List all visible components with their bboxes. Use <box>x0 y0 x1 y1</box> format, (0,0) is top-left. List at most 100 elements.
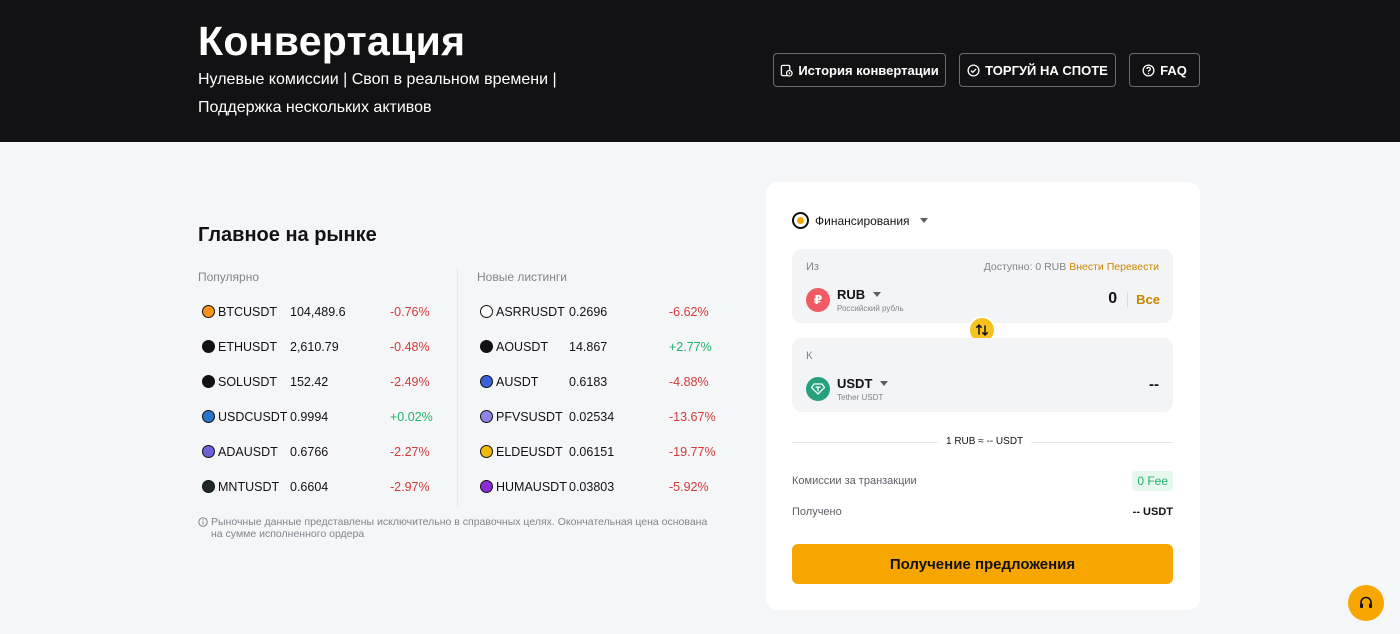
pair-change: -2.49% <box>390 375 430 389</box>
exchange-rate: 1 RUB ≈ -- USDT <box>938 436 1032 447</box>
coin-icon <box>480 340 493 353</box>
trade-spot-button[interactable]: ТОРГУЙ НА СПОТЕ <box>959 53 1116 87</box>
to-currency-name: Tether USDT <box>837 393 884 402</box>
pair-symbol: BTCUSDT <box>218 305 278 319</box>
market-title: Главное на рынке <box>198 224 377 246</box>
pair-change: +0.02% <box>390 410 433 424</box>
pair-symbol: HUMAUSDT <box>496 480 567 494</box>
pair-price: 0.6183 <box>569 375 608 389</box>
max-button[interactable]: Все <box>1127 291 1160 307</box>
pair-change: -6.62% <box>669 305 709 319</box>
swap-icon <box>976 324 988 336</box>
market-row[interactable]: ETHUSDT 2,610.79 -0.48% <box>198 336 450 358</box>
funding-account-icon <box>792 212 809 229</box>
pair-change: +2.77% <box>669 340 712 354</box>
conversion-history-button[interactable]: История конвертации <box>773 53 946 87</box>
pair-price: 14.867 <box>569 340 608 354</box>
faq-label: FAQ <box>1160 62 1187 78</box>
coin-icon <box>202 410 215 423</box>
pair-change: -2.27% <box>390 445 430 459</box>
coin-icon <box>202 375 215 388</box>
pair-price: 104,489.6 <box>290 305 346 319</box>
received-label: Получено <box>792 506 842 518</box>
faq-button[interactable]: FAQ <box>1129 53 1200 87</box>
pair-change: -4.88% <box>669 375 709 389</box>
tether-icon <box>806 377 830 401</box>
trade-spot-label: ТОРГУЙ НА СПОТЕ <box>985 62 1108 78</box>
column-divider <box>457 268 458 506</box>
market-row[interactable]: PFVSUSDT 0.02534 -13.67% <box>476 406 729 428</box>
pair-price: 0.03803 <box>569 480 615 494</box>
chevron-down-icon <box>873 292 882 297</box>
pair-price: 0.2696 <box>569 305 608 319</box>
support-chat-button[interactable] <box>1348 585 1384 621</box>
pair-symbol: ADAUSDT <box>218 445 278 459</box>
popular-heading: Популярно <box>198 270 260 284</box>
transfer-link[interactable]: Перевести <box>1107 261 1159 273</box>
to-amount: -- <box>1149 376 1159 393</box>
received-value: -- USDT <box>1132 506 1173 518</box>
market-row[interactable]: SOLUSDT 152.42 -2.49% <box>198 371 450 393</box>
market-row[interactable]: MNTUSDT 0.6604 -2.97% <box>198 476 450 498</box>
fee-badge: 0 Fee <box>1132 471 1173 491</box>
pair-symbol: MNTUSDT <box>218 480 280 494</box>
info-icon <box>198 517 208 527</box>
pair-symbol: SOLUSDT <box>218 375 278 389</box>
pair-symbol: ELDEUSDT <box>496 445 563 459</box>
from-amount: 0 Все <box>1108 290 1160 308</box>
pair-change: -0.48% <box>390 340 430 354</box>
available-text: Доступно: 0 RUB <box>983 261 1067 273</box>
convert-card: Финансирования Из Доступно: 0 RUB Внести… <box>766 182 1200 610</box>
coin-icon <box>480 480 493 493</box>
market-row[interactable]: AUSDT 0.6183 -4.88% <box>476 371 729 393</box>
market-disclaimer: Рыночные данные представлены исключитель… <box>198 516 718 540</box>
pair-price: 0.06151 <box>569 445 615 459</box>
disclaimer-text: Рыночные данные представлены исключитель… <box>211 516 708 540</box>
fee-label: Комиссии за транзакции <box>792 475 917 487</box>
headset-icon <box>1360 596 1372 608</box>
pair-price: 0.9994 <box>290 410 329 424</box>
coin-icon <box>480 375 493 388</box>
from-currency-name: Российский рубль <box>837 304 904 313</box>
history-icon <box>781 64 794 77</box>
to-label: К <box>806 350 813 362</box>
from-currency-selector[interactable]: ₽ RUB Российский рубль <box>806 287 904 313</box>
question-icon <box>1142 63 1155 77</box>
to-currency-code: USDT <box>837 376 873 391</box>
coin-icon <box>202 305 215 318</box>
ruble-icon: ₽ <box>806 288 830 312</box>
pair-price: 0.6604 <box>290 480 329 494</box>
account-selector[interactable]: Финансирования <box>792 212 928 229</box>
deposit-link[interactable]: Внести <box>1069 261 1104 273</box>
market-row[interactable]: BTCUSDT 104,489.6 -0.76% <box>198 301 450 323</box>
pair-price: 152.42 <box>290 375 329 389</box>
get-quote-button[interactable]: Получение предложения <box>792 544 1173 584</box>
market-row[interactable]: HUMAUSDT 0.03803 -5.92% <box>476 476 729 498</box>
market-row[interactable]: ELDEUSDT 0.06151 -19.77% <box>476 441 729 463</box>
pair-change: -19.77% <box>669 445 716 459</box>
header-banner: Конвертация Нулевые комиссии | Своп в ре… <box>0 0 1400 142</box>
pair-symbol: USDCUSDT <box>218 410 288 424</box>
to-currency-selector[interactable]: USDT Tether USDT <box>806 376 889 402</box>
pair-symbol: PFVSUSDT <box>496 410 563 424</box>
coin-icon <box>202 480 215 493</box>
market-row[interactable]: ASRRUSDT 0.2696 -6.62% <box>476 301 729 323</box>
pair-symbol: AUSDT <box>496 375 539 389</box>
market-row[interactable]: USDCUSDT 0.9994 +0.02% <box>198 406 450 428</box>
pair-change: -2.97% <box>390 480 430 494</box>
from-amount-input[interactable]: 0 <box>1108 290 1117 308</box>
pair-change: -5.92% <box>669 480 709 494</box>
coin-icon <box>480 445 493 458</box>
to-panel: К USDT Tether USDT -- <box>792 338 1173 412</box>
pair-change: -13.67% <box>669 410 716 424</box>
coin-icon <box>480 305 493 318</box>
conversion-history-label: История конвертации <box>798 62 939 78</box>
pair-change: -0.76% <box>390 305 430 319</box>
available-balance: Доступно: 0 RUB Внести Перевести <box>984 261 1159 273</box>
chevron-down-icon <box>919 218 928 223</box>
pair-price: 0.6766 <box>290 445 329 459</box>
account-label: Финансирования <box>815 213 910 228</box>
market-row[interactable]: AOUSDT 14.867 +2.77% <box>476 336 729 358</box>
coin-icon <box>202 445 215 458</box>
market-row[interactable]: ADAUSDT 0.6766 -2.27% <box>198 441 450 463</box>
